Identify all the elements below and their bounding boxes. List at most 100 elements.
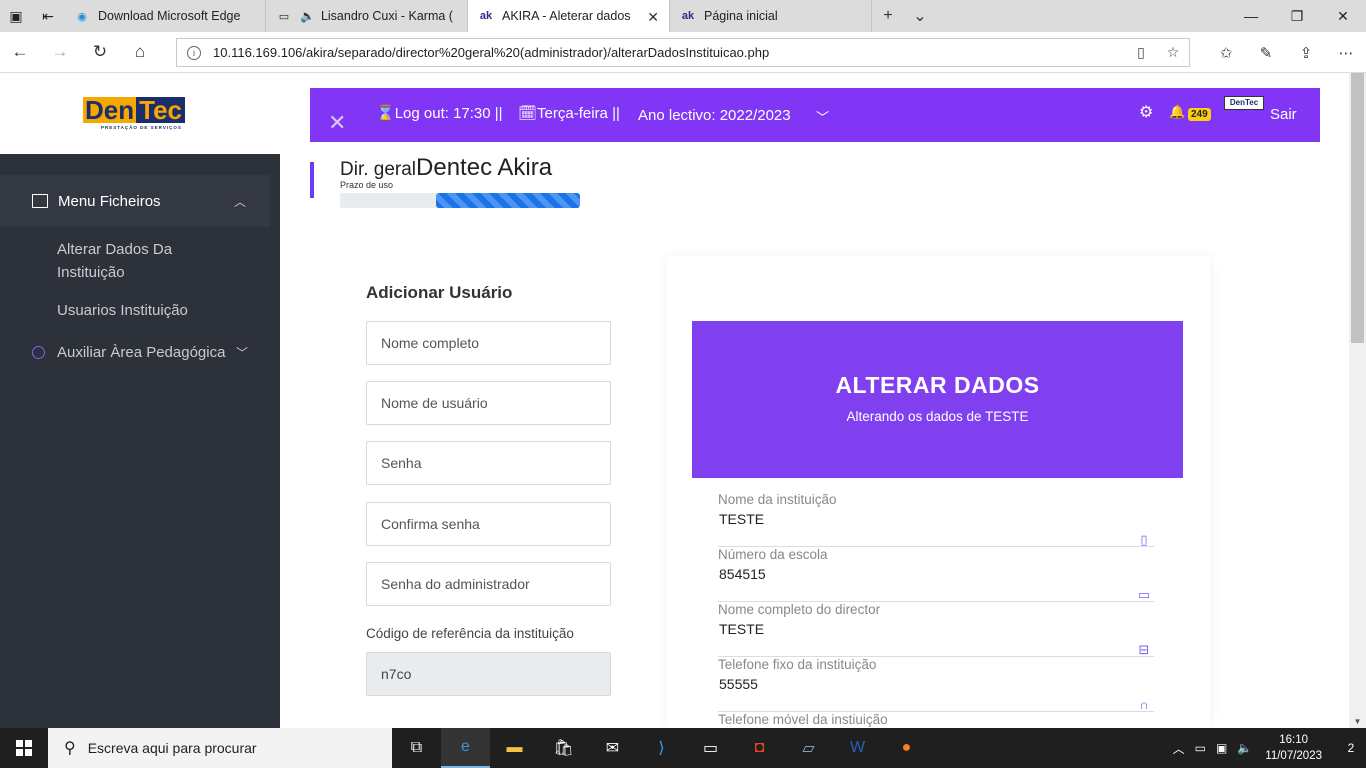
tab-akira-alterar[interactable]: ak AKIRA - Aleterar dados ✕ (468, 0, 670, 32)
bell-icon[interactable]: 🔔 (1169, 104, 1185, 120)
restore-icon[interactable]: ❐ (1274, 0, 1320, 32)
field-label: Telefone móvel da instiuição (718, 712, 888, 727)
new-tab-icon[interactable]: + (872, 7, 904, 25)
field-value[interactable]: TESTE (719, 621, 764, 637)
field-telefone-movel[interactable]: Telefone móvel da instiuição (718, 712, 1154, 728)
field-value[interactable]: 854515 (719, 566, 766, 582)
clock-date: 11/07/2023 (1265, 750, 1322, 762)
tab-pagina-inicial[interactable]: ak Página inicial (670, 0, 872, 32)
menu-auxiliar-pedagogica[interactable]: Auxiliar Àrea Pedagógica ﹀ (0, 344, 270, 361)
notification-count: 2 (1347, 741, 1355, 755)
back-icon[interactable]: ← (0, 32, 40, 73)
edge-icon: ◉ (77, 10, 87, 23)
file-explorer-icon[interactable]: ▬ (490, 728, 539, 768)
store-icon[interactable]: 🛍 (539, 728, 588, 768)
field-value[interactable]: TESTE (719, 511, 764, 527)
page-title: Dir. geralDentec Akira (340, 154, 552, 182)
card-title: ALTERAR DADOS (835, 372, 1040, 398)
briefcase-icon: ⊟ (1138, 642, 1150, 657)
full-name-input[interactable] (366, 321, 611, 365)
scrollbar-thumb[interactable] (1351, 73, 1364, 343)
tab-label: Página inicial (704, 9, 778, 23)
institution-code-field: n7co (366, 652, 611, 696)
battery-icon[interactable]: ▭ (1195, 741, 1206, 755)
taskbar-clock[interactable]: 16:10 11/07/2023 (1265, 732, 1322, 764)
chevron-down-icon[interactable]: ﹀ (816, 107, 829, 126)
field-nome-instituicao[interactable]: Nome da instituição TESTE ▯ (718, 492, 1154, 547)
sound-icon[interactable]: 🔈 (300, 9, 315, 23)
url-field[interactable]: i 10.116.169.106/akira/separado/director… (176, 38, 1190, 67)
browser-tab-bar: ▣ ⇤ ◉ Download Microsoft Edge ▭ 🔈 Lisand… (0, 0, 1366, 32)
clock-icon (32, 346, 45, 359)
firefox-icon[interactable]: ● (882, 728, 931, 768)
role-label: Dir. geral (340, 159, 417, 180)
task-view-icon[interactable]: ⧉ (392, 728, 441, 768)
menu-auxiliar-label: Auxiliar Àrea Pedagógica (57, 344, 226, 361)
username-input[interactable] (366, 381, 611, 425)
card-header: ALTERAR DADOS Alterando os dados de TEST… (692, 321, 1183, 478)
field-nome-director[interactable]: Nome completo do director TESTE ⊟ (718, 602, 1154, 657)
sidebar-item-usuarios[interactable]: Usuarios Instituição (0, 299, 240, 322)
word-icon[interactable]: W (833, 728, 882, 768)
mail-icon[interactable]: ✉ (588, 728, 637, 768)
volume-icon[interactable]: 🔈 (1237, 741, 1252, 755)
header-accent-bar (310, 162, 314, 198)
password-input[interactable] (366, 441, 611, 485)
edge-taskbar-icon[interactable]: e (441, 728, 490, 768)
vscode-icon[interactable]: ⟩ (637, 728, 686, 768)
system-tray: ︿ ▭ ▣ 🔈 16:10 11/07/2023 2 (1168, 728, 1366, 768)
more-icon[interactable]: ⋯ (1326, 44, 1366, 62)
home-icon[interactable]: ⌂ (120, 32, 160, 73)
set-aside-tabs-icon[interactable]: ⇤ (32, 0, 64, 32)
scroll-down-icon[interactable]: ▼ (1349, 717, 1366, 726)
logo-area: Den Tec PRESTAÇÃO DE SERVIÇOS (0, 73, 280, 155)
dentec-logo[interactable]: Den Tec PRESTAÇÃO DE SERVIÇOS (83, 94, 197, 131)
notification-badge[interactable]: 249 (1188, 108, 1211, 121)
reading-view-icon[interactable]: ▯ (1125, 44, 1157, 61)
tab-lisandro[interactable]: ▭ 🔈 Lisandro Cuxi - Karma ( (266, 0, 468, 32)
admin-password-input[interactable] (366, 562, 611, 606)
tab-label: Download Microsoft Edge (98, 9, 241, 23)
minimize-icon[interactable]: — (1228, 0, 1274, 32)
field-telefone-fixo[interactable]: Telefone fixo da instituição 55555 ∩ (718, 657, 1154, 712)
logo-den: Den (83, 94, 137, 125)
gear-icon[interactable]: ⚙ (1139, 102, 1153, 122)
chevron-up-icon[interactable]: ︿ (1173, 740, 1185, 757)
notes-icon[interactable]: ▱ (784, 728, 833, 768)
taskbar-search-text: Escreva aqui para procurar (87, 740, 257, 756)
sidebar-item-alterar-dados[interactable]: Alterar Dados Da Instituição (0, 238, 240, 284)
chevron-up-icon: ︿ (233, 194, 246, 209)
close-sidebar-icon[interactable]: ✕ (328, 110, 346, 136)
share-icon[interactable]: ⇪ (1286, 44, 1326, 62)
notification-center-icon[interactable]: 2 (1336, 728, 1366, 768)
field-label: Número da escola (718, 547, 828, 562)
info-icon[interactable]: i (187, 45, 201, 60)
refresh-icon[interactable]: ↻ (80, 32, 120, 73)
field-value[interactable]: 55555 (719, 676, 758, 692)
tab-actions-icon[interactable]: ▣ (0, 0, 32, 32)
confirm-password-input[interactable] (366, 502, 611, 546)
field-numero-escola[interactable]: Número da escola 854515 ▭ (718, 547, 1154, 602)
logout-button[interactable]: Sair (1270, 106, 1297, 123)
close-tab-icon[interactable]: ✕ (647, 9, 659, 26)
menu-ficheiros[interactable]: Menu Ficheiros ︿ (0, 175, 270, 227)
favorites-hub-icon[interactable]: ✩ (1206, 44, 1246, 62)
avatar[interactable]: DenTec (1224, 96, 1264, 110)
terminal-icon[interactable]: ▭ (686, 728, 735, 768)
windows-start-icon[interactable] (0, 728, 48, 768)
school-year[interactable]: Ano lectivo: 2022/2023 (638, 107, 791, 124)
tab-list-chevron-icon[interactable]: ⌄ (904, 6, 936, 26)
tab-download-edge[interactable]: ◉ Download Microsoft Edge (64, 0, 266, 32)
user-name: Dentec Akira (416, 154, 553, 181)
favorite-star-icon[interactable]: ☆ (1157, 44, 1189, 61)
logout-time: ⌛Log out: 17:30 || (376, 105, 503, 122)
logo-tec: Tec (136, 96, 185, 123)
network-icon[interactable]: ▣ (1216, 741, 1227, 755)
page-scrollbar[interactable]: ▼ (1349, 73, 1366, 728)
forward-icon[interactable]: → (40, 32, 80, 73)
pen-icon[interactable]: ✎ (1246, 44, 1286, 62)
weekday: 🗓Terça-feira || (518, 105, 620, 122)
taskbar-search[interactable]: ⚲ Escreva aqui para procurar (48, 728, 392, 768)
office-icon[interactable]: ◘ (735, 728, 784, 768)
close-window-icon[interactable]: ✕ (1320, 0, 1366, 32)
